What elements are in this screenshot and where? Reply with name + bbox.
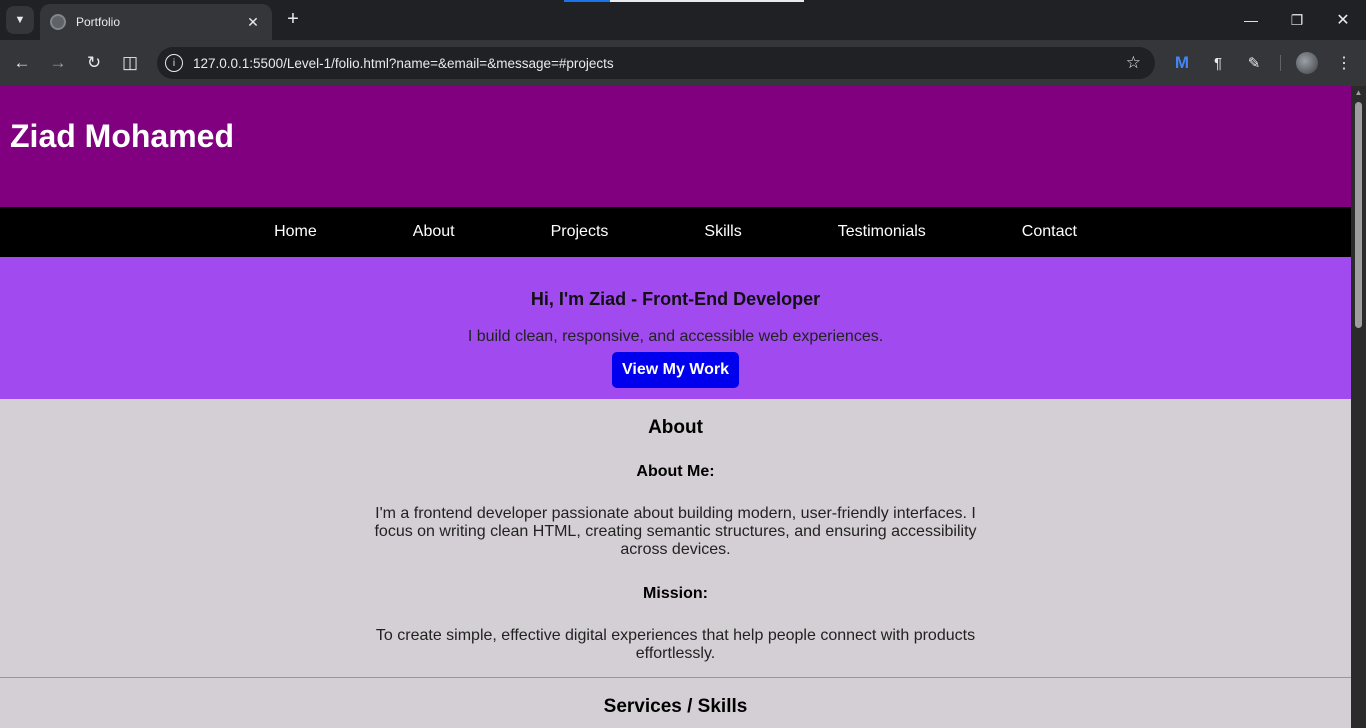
nav-projects[interactable]: Projects <box>551 223 609 241</box>
active-tab[interactable]: Portfolio ✕ <box>40 4 272 40</box>
minimize-icon[interactable]: — <box>1228 0 1274 40</box>
page-viewport: Ziad Mohamed Home About Projects Skills … <box>0 86 1351 728</box>
nav-home[interactable]: Home <box>274 223 317 241</box>
site-header: Ziad Mohamed <box>0 86 1351 207</box>
services-heading: Services / Skills <box>603 696 748 717</box>
nav-skills[interactable]: Skills <box>704 223 741 241</box>
tab-strip-accent-light <box>610 0 804 2</box>
scroll-thumb[interactable] <box>1355 102 1362 328</box>
reload-icon[interactable]: ↻ <box>81 50 107 76</box>
favicon-icon <box>50 14 66 30</box>
tab-strip-accent <box>564 0 610 2</box>
browser-toolbar: ← → ↻ ◫ i 127.0.0.1:5500/Level-1/folio.h… <box>0 40 1366 86</box>
split-view-icon[interactable]: ◫ <box>117 50 143 76</box>
hero-section: Hi, I'm Ziad - Front-End Developer I bui… <box>0 257 1351 399</box>
back-icon[interactable]: ← <box>9 50 35 76</box>
tab-title: Portfolio <box>76 15 121 29</box>
about-me-heading: About Me: <box>636 463 715 480</box>
mission-heading: Mission: <box>643 585 708 602</box>
site-nav: Home About Projects Skills Testimonials … <box>0 207 1351 257</box>
maximize-icon[interactable]: ❐ <box>1274 0 1320 40</box>
window-close-icon[interactable]: ✕ <box>1320 0 1366 40</box>
toolbar-separator <box>1280 55 1281 71</box>
star-icon[interactable]: ☆ <box>1126 53 1141 73</box>
plus-icon[interactable]: + <box>282 8 304 32</box>
site-info-icon[interactable]: i <box>165 54 183 72</box>
forward-icon[interactable]: → <box>45 50 71 76</box>
page-scrollbar[interactable]: ▲ <box>1351 86 1366 728</box>
hero-subtitle: I build clean, responsive, and accessibl… <box>467 328 884 345</box>
kebab-icon[interactable]: ⋮ <box>1333 52 1355 74</box>
view-my-work-button[interactable]: View My Work <box>612 352 739 388</box>
scroll-up-icon[interactable]: ▲ <box>1351 88 1366 100</box>
section-divider <box>0 677 1351 678</box>
hero-title: Hi, I'm Ziad - Front-End Developer <box>530 289 821 309</box>
tab-strip: ▼ Portfolio ✕ + — ❐ ✕ <box>0 0 1366 40</box>
site-name: Ziad Mohamed <box>10 118 235 154</box>
extension-m-icon[interactable]: M <box>1171 52 1193 74</box>
about-me-text: I'm a frontend developer passionate abou… <box>374 505 977 558</box>
about-heading: About <box>648 417 703 438</box>
nav-about[interactable]: About <box>413 223 455 241</box>
puzzle-icon[interactable]: ✎ <box>1243 52 1265 74</box>
url-text[interactable]: 127.0.0.1:5500/Level-1/folio.html?name=&… <box>193 56 1126 71</box>
about-section: About About Me: I'm a frontend developer… <box>0 399 1351 663</box>
address-bar[interactable]: i 127.0.0.1:5500/Level-1/folio.html?name… <box>157 47 1155 79</box>
mission-text: To create simple, effective digital expe… <box>375 627 976 662</box>
close-icon[interactable]: ✕ <box>244 14 262 31</box>
nav-contact[interactable]: Contact <box>1022 223 1077 241</box>
nav-testimonials[interactable]: Testimonials <box>838 223 926 241</box>
profile-icon[interactable] <box>1296 52 1318 74</box>
tab-search-icon[interactable]: ▼ <box>6 6 34 34</box>
extension-t-icon[interactable]: ¶ <box>1207 52 1229 74</box>
